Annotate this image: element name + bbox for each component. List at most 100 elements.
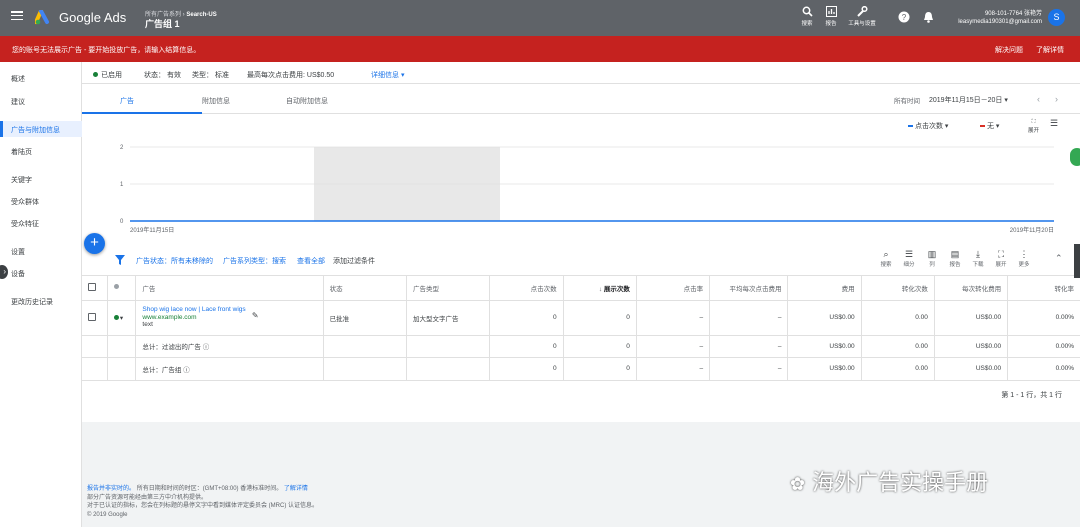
y-tick-label: 1 — [120, 182, 124, 188]
search-icon: ⌕ — [883, 249, 889, 259]
bar-chart-icon — [825, 6, 837, 17]
edit-pencil-icon[interactable]: ✎ — [252, 311, 259, 320]
add-filter-button[interactable]: 添加过滤条件 — [333, 256, 375, 266]
next-period-icon[interactable]: › — [1055, 94, 1058, 104]
ad-headline-link[interactable]: Shop wig lace now | Lace front wigs — [142, 306, 316, 314]
filter-icon[interactable] — [115, 255, 125, 265]
table-segment-button[interactable]: ☰ 细分 — [898, 249, 920, 268]
col-ad[interactable]: 广告 — [135, 276, 324, 301]
footer-learn-more-link[interactable]: 了解详情 — [284, 486, 308, 492]
campaign-type-filter[interactable]: 广告系列类型：搜索 — [223, 256, 286, 266]
total-row: 总计：过滤出的广告 ⓘ 0 0 – – US$0.00 0.00 US$0.00… — [82, 335, 1080, 358]
col-conversions[interactable]: 转化次数 — [861, 276, 935, 301]
side-extension-icon[interactable] — [1070, 148, 1080, 166]
sidebar-item-change-history[interactable]: 更改历史记录 — [11, 297, 53, 307]
tools-settings-button[interactable]: 工具与设置 — [848, 6, 876, 27]
total-cost: US$0.00 — [787, 357, 862, 381]
details-link[interactable]: 详细信息 ▾ — [371, 70, 404, 80]
avatar[interactable]: S — [1048, 9, 1065, 26]
sidebar-item-ads-extensions[interactable]: 广告与附加信息 — [11, 125, 60, 135]
reports-tool-button[interactable]: 报告 — [817, 6, 845, 27]
chart-svg: 2 1 0 2019年11月15日 2019年11月20日 — [120, 145, 1054, 234]
enabled-status[interactable]: 已启用 — [93, 70, 122, 80]
max-cpc-text: 最高每次点击费用: US$0.50 — [247, 72, 335, 79]
col-clicks[interactable]: 点击次数 — [489, 276, 564, 301]
sidebar-collapse-icon[interactable]: › — [0, 265, 8, 279]
sidebar-item-audiences[interactable]: 受众群体 — [11, 197, 39, 207]
sidebar-item-landing-pages[interactable]: 着陆页 — [11, 147, 32, 157]
total-conv-rate: 0.00% — [1007, 357, 1080, 381]
add-ad-fab-button[interactable]: + — [84, 233, 105, 254]
sidebar-item-overview[interactable]: 概述 — [11, 74, 25, 84]
report-not-realtime-link[interactable]: 报告并非实时的。 — [87, 486, 135, 492]
sidebar-item-demographics[interactable]: 受众特征 — [11, 219, 39, 229]
previous-period-icon[interactable]: ‹ — [1037, 94, 1040, 104]
help-icon[interactable]: ? — [898, 11, 910, 23]
google-ads-logo-icon — [35, 10, 49, 25]
ad-ctr: – — [636, 300, 711, 336]
total-clicks: 0 — [489, 357, 564, 381]
col-avg-cpc[interactable]: 平均每次点击费用 — [709, 276, 789, 301]
table-search-button[interactable]: ⌕ 搜索 — [875, 249, 897, 268]
ad-status: 已批准 — [323, 300, 408, 336]
menu-icon[interactable] — [11, 11, 23, 21]
expand-icon: ⛶ — [997, 249, 1005, 259]
ad-status-filter[interactable]: 广告状态：所有未移除的 — [136, 256, 213, 266]
total-impressions: 0 — [563, 335, 637, 358]
main-panel: 已启用 状态： 有效 类型： 标准 最高每次点击费用: US$0.50 详细信息… — [82, 62, 1080, 422]
total-cost-per-conv: US$0.00 — [934, 335, 1009, 358]
table-tool-label: 更多 — [1018, 262, 1030, 268]
table-tool-label: 报告 — [949, 262, 961, 268]
total-ad-group-label: 总计：广告组 — [142, 366, 182, 374]
sidebar-item-recommendations[interactable]: 建议 — [11, 97, 25, 107]
tab-ads[interactable]: 广告 — [120, 96, 134, 106]
sidebar-item-settings[interactable]: 设置 — [11, 247, 25, 257]
wrench-icon — [857, 6, 868, 17]
total-row: 总计：广告组 ⓘ 0 0 – – US$0.00 0.00 US$0.00 0.… — [82, 357, 1080, 381]
notification-bell-icon[interactable] — [923, 11, 934, 23]
table-columns-button[interactable]: ▥ 列 — [921, 249, 943, 268]
col-cost-per-conv[interactable]: 每次转化费用 — [934, 276, 1009, 301]
account-info[interactable]: 908-101-7764 张艳芳 leasymedia190301@gmail.c… — [950, 10, 1042, 26]
date-range-picker[interactable]: 2019年11月15日－20日 ▾ — [929, 95, 1008, 105]
tab-auto-extensions[interactable]: 自动附加信息 — [286, 96, 328, 106]
ad-avg-cpc: – — [709, 300, 789, 336]
col-status[interactable]: 状态 — [323, 276, 408, 301]
total-cost-per-conv: US$0.00 — [934, 357, 1009, 381]
col-cost[interactable]: 费用 — [787, 276, 862, 301]
col-ctr[interactable]: 点击率 — [636, 276, 711, 301]
total-ctr: – — [636, 335, 711, 358]
table-reports-button[interactable]: ▤ 报告 — [944, 249, 966, 268]
col-ad-type[interactable]: 广告类型 — [406, 276, 491, 301]
sidebar-item-keywords[interactable]: 关键字 — [11, 175, 32, 185]
side-scroll-handle[interactable] — [1074, 244, 1080, 278]
top-bar: Google Ads 所有广告系列 › Search-US 广告组 1 搜索 报… — [0, 0, 1080, 36]
table-download-button[interactable]: ⤓ 下载 — [967, 249, 989, 268]
status-text: 状态： 有效 — [144, 72, 181, 79]
ad-type: 加大型文字广告 — [406, 300, 491, 336]
status-dot-icon — [93, 72, 98, 77]
filter-toolbar: 广告状态：所有未移除的 广告系列类型：搜索 查看全部 添加过滤条件 ⌕ 搜索 ☰ 细分… — [82, 244, 1080, 276]
table-tool-label: 列 — [929, 262, 935, 268]
row-status-toggle[interactable]: ▾ — [107, 300, 137, 336]
collapse-icon[interactable]: ⌃ — [1055, 253, 1063, 264]
help-circle-icon[interactable]: ⓘ — [203, 344, 210, 351]
x-tick-start: 2019年11月15日 — [130, 226, 174, 234]
col-impressions[interactable]: ↓ 展示次数 — [563, 276, 637, 301]
fix-issue-link[interactable]: 解决问题 — [995, 45, 1023, 55]
col-conv-rate[interactable]: 转化率 — [1007, 276, 1080, 301]
y-tick-label: 2 — [120, 145, 124, 151]
ad-clicks: 0 — [489, 300, 564, 336]
table-row: ▾ Shop wig lace now | Lace front wigs ww… — [82, 300, 1080, 336]
sidebar-item-devices[interactable]: 设备 — [11, 269, 25, 279]
date-range-label: 所有时间 — [894, 98, 920, 105]
type-text: 类型： 标准 — [192, 72, 229, 79]
view-all-link[interactable]: 查看全部 — [297, 256, 325, 266]
footer: 报告并非实时的。 所有日期和时间的时区：(GMT+08:00) 香港标准时间。 … — [87, 486, 318, 518]
tab-extensions[interactable]: 附加信息 — [202, 96, 230, 106]
table-expand-button[interactable]: ⛶ 展开 — [990, 249, 1012, 268]
table-more-button[interactable]: ⋮ 更多 — [1013, 249, 1035, 268]
more-icon: ⋮ — [1019, 249, 1029, 259]
help-circle-icon[interactable]: ⓘ — [183, 367, 190, 374]
learn-more-link[interactable]: 了解详情 — [1036, 45, 1064, 55]
